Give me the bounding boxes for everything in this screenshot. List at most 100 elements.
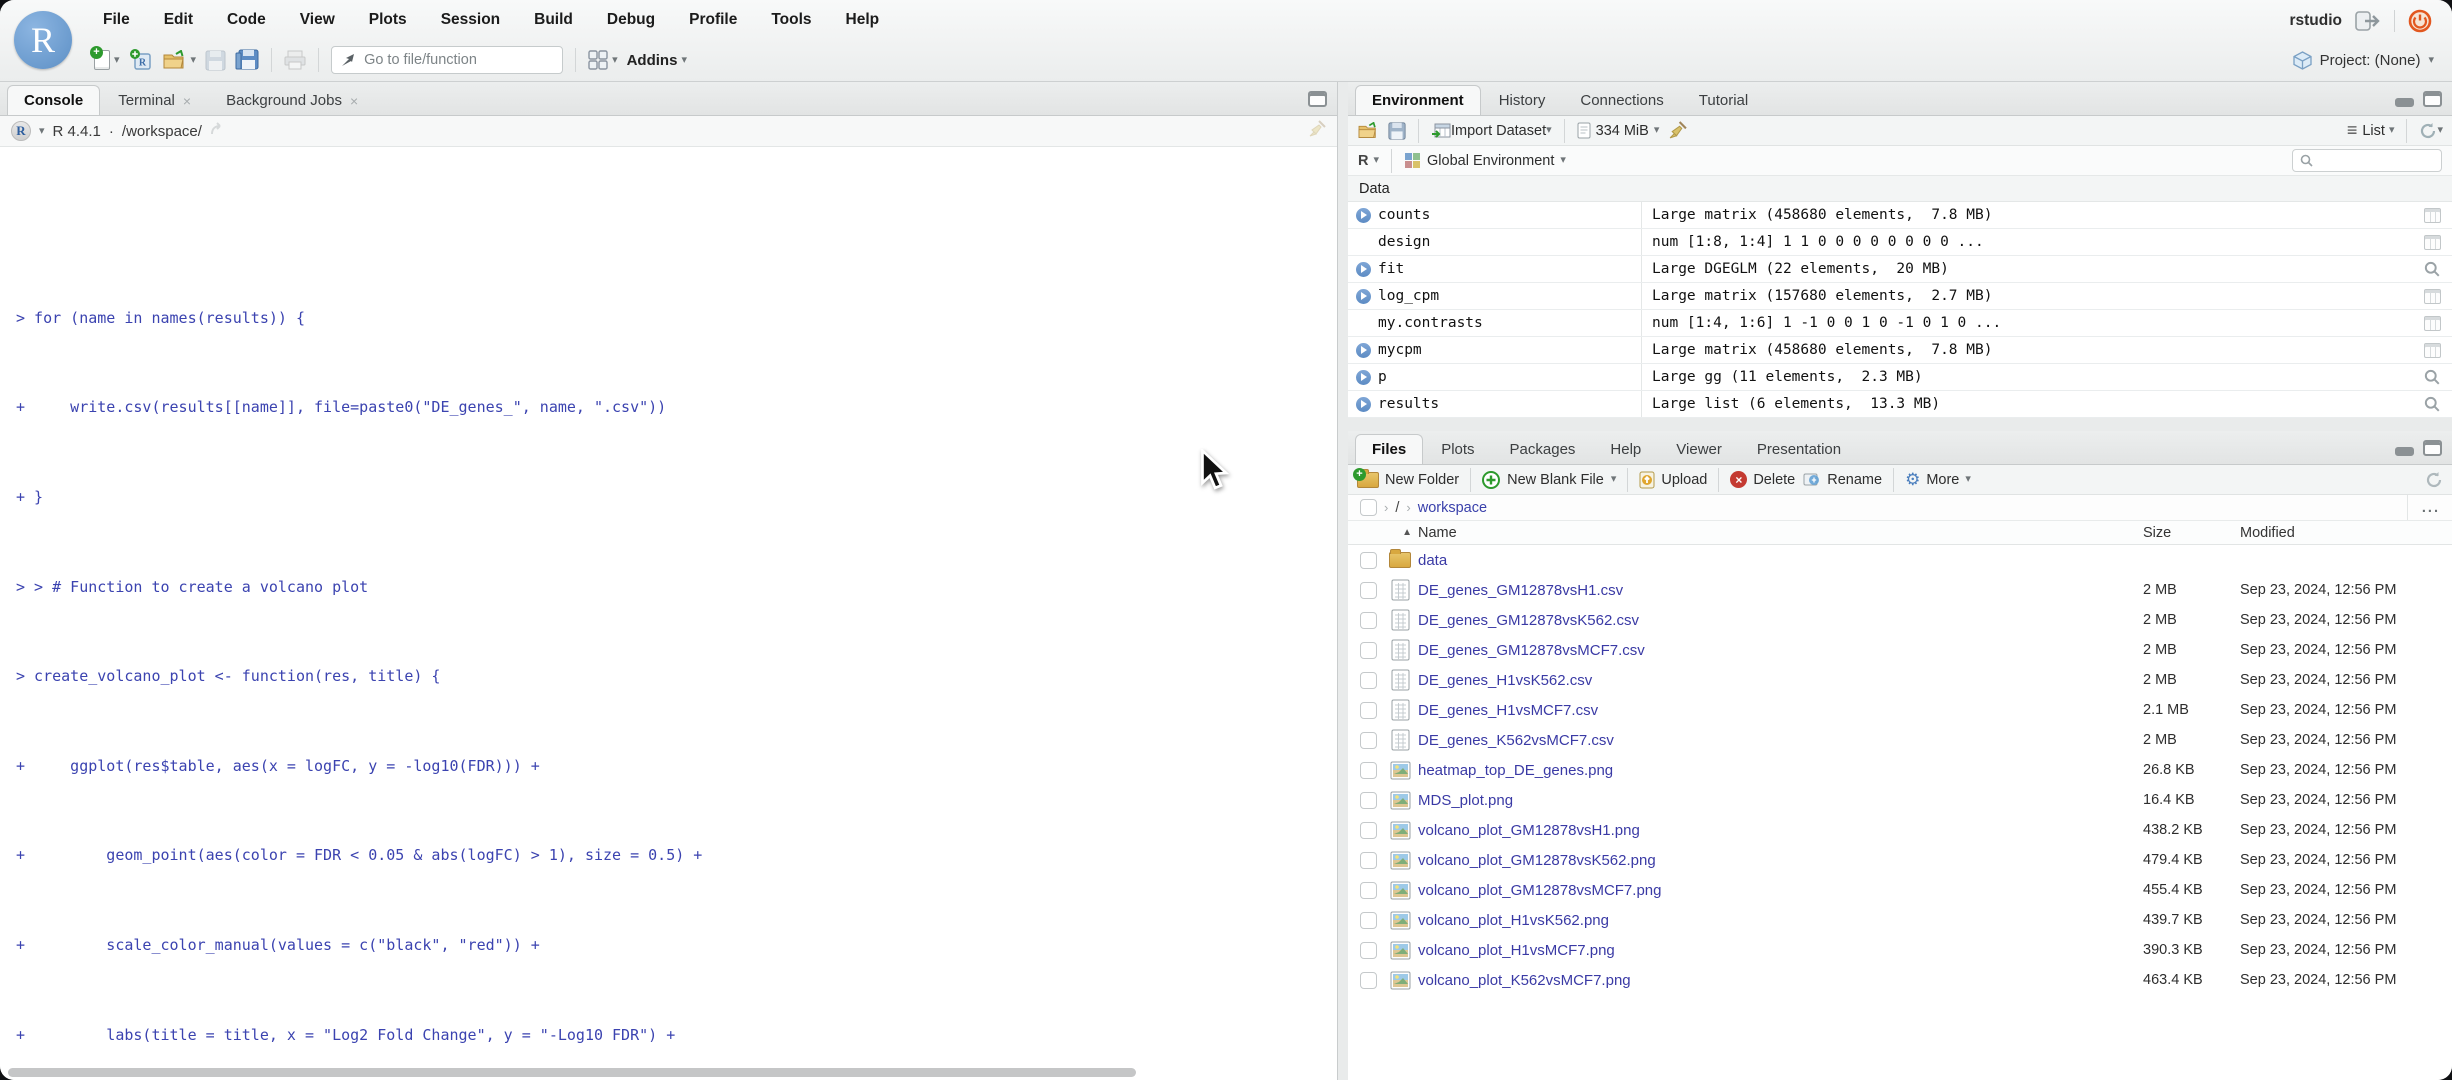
menu-item[interactable]: Profile xyxy=(672,11,754,29)
language-selector[interactable]: R ▾ xyxy=(1358,153,1379,169)
file-row[interactable]: DE_genes_H1vsK562.csv 2 MB Sep 23, 2024,… xyxy=(1348,665,2452,695)
memory-usage-button[interactable]: 334 MiB ▾ xyxy=(1577,122,1659,139)
environment-search-input[interactable] xyxy=(2319,153,2429,168)
column-modified[interactable]: Modified xyxy=(2240,525,2452,541)
maximize-pane-icon[interactable] xyxy=(2423,91,2442,107)
new-folder-button[interactable]: + New Folder xyxy=(1353,467,1459,488)
file-checkbox[interactable] xyxy=(1360,701,1377,719)
close-icon[interactable]: × xyxy=(350,93,358,109)
chevron-down-icon[interactable]: ▾ xyxy=(39,125,45,137)
file-row[interactable]: volcano_plot_K562vsMCF7.png 463.4 KB Sep… xyxy=(1348,965,2452,995)
view-table-icon[interactable] xyxy=(2423,315,2441,331)
delete-button[interactable]: × Delete xyxy=(1730,471,1795,488)
file-row[interactable]: DE_genes_GM12878vsMCF7.csv 2 MB Sep 23, … xyxy=(1348,635,2452,665)
tab-connections[interactable]: Connections xyxy=(1563,85,1680,115)
menu-item[interactable]: Edit xyxy=(147,11,210,29)
tab-files[interactable]: Files xyxy=(1355,434,1424,464)
environment-row[interactable]: fit Large DGEGLM (22 elements, 20 MB) xyxy=(1348,256,2452,283)
sort-ascending-icon[interactable]: ▲ xyxy=(1402,527,1412,538)
close-icon[interactable]: × xyxy=(183,93,191,109)
file-row[interactable]: volcano_plot_GM12878vsMCF7.png 455.4 KB … xyxy=(1348,875,2452,905)
tab-help[interactable]: Help xyxy=(1593,434,1658,464)
file-row[interactable]: DE_genes_K562vsMCF7.csv 2 MB Sep 23, 202… xyxy=(1348,725,2452,755)
breadcrumb-overflow[interactable]: ... xyxy=(2406,495,2440,520)
file-name-link[interactable]: DE_genes_GM12878vsMCF7.csv xyxy=(1418,642,2143,659)
inspect-object-icon[interactable] xyxy=(2424,396,2440,412)
file-name-link[interactable]: volcano_plot_GM12878vsK562.png xyxy=(1418,852,2143,869)
tab-viewer[interactable]: Viewer xyxy=(1659,434,1739,464)
tab-packages[interactable]: Packages xyxy=(1493,434,1593,464)
menu-item[interactable]: View xyxy=(283,11,352,29)
new-project-button[interactable]: R xyxy=(129,48,153,72)
file-checkbox[interactable] xyxy=(1360,551,1377,569)
expand-object-icon[interactable] xyxy=(1355,396,1371,412)
expand-object-icon[interactable] xyxy=(1355,342,1371,358)
file-row[interactable]: volcano_plot_GM12878vsK562.png 479.4 KB … xyxy=(1348,845,2452,875)
environment-row[interactable]: mycpm Large matrix (458680 elements, 7.8… xyxy=(1348,337,2452,364)
breadcrumb-root[interactable]: / xyxy=(1395,500,1399,516)
file-row[interactable]: volcano_plot_H1vsK562.png 439.7 KB Sep 2… xyxy=(1348,905,2452,935)
expand-object-icon[interactable] xyxy=(1355,207,1371,223)
menu-item[interactable]: Tools xyxy=(754,11,828,29)
maximize-pane-icon[interactable] xyxy=(2423,440,2442,456)
file-name-link[interactable]: MDS_plot.png xyxy=(1418,792,2143,809)
clear-environment-button[interactable] xyxy=(1668,121,1688,140)
open-file-button[interactable]: ▾ xyxy=(162,49,196,71)
menu-item[interactable]: Debug xyxy=(590,11,672,29)
list-view-button[interactable]: ≡ List ▾ xyxy=(2347,120,2395,141)
file-checkbox[interactable] xyxy=(1360,671,1377,689)
file-row[interactable]: DE_genes_H1vsMCF7.csv 2.1 MB Sep 23, 202… xyxy=(1348,695,2452,725)
rename-button[interactable]: Rename xyxy=(1803,472,1882,488)
console-horizontal-scrollbar[interactable] xyxy=(8,1068,1136,1077)
tab-background-jobs[interactable]: Background Jobs × xyxy=(209,85,375,115)
environment-scope-selector[interactable]: Global Environment ▾ xyxy=(1404,152,1566,169)
goto-file-function-input[interactable] xyxy=(364,52,535,68)
new-blank-file-button[interactable]: New Blank File ▾ xyxy=(1482,470,1616,489)
view-table-icon[interactable] xyxy=(2423,288,2441,304)
expand-object-icon[interactable] xyxy=(1355,369,1371,385)
column-size[interactable]: Size xyxy=(2143,525,2240,541)
file-checkbox[interactable] xyxy=(1360,971,1377,989)
quit-session-button[interactable] xyxy=(2408,9,2432,33)
expand-object-icon[interactable] xyxy=(1355,261,1371,277)
project-selector[interactable]: Project: (None) ▾ xyxy=(2292,44,2434,76)
file-checkbox[interactable] xyxy=(1360,911,1377,929)
file-checkbox[interactable] xyxy=(1360,761,1377,779)
goto-file-function-box[interactable] xyxy=(331,46,564,74)
upload-button[interactable]: Upload xyxy=(1639,471,1707,489)
file-name-link[interactable]: volcano_plot_GM12878vsMCF7.png xyxy=(1418,882,2143,899)
menu-item[interactable]: Build xyxy=(517,11,590,29)
tab-plots[interactable]: Plots xyxy=(1424,434,1491,464)
environment-row[interactable]: my.contrasts num [1:4, 1:6] 1 -1 0 0 1 0… xyxy=(1348,310,2452,337)
menu-item[interactable]: Code xyxy=(210,11,283,29)
environment-row[interactable]: results Large list (6 elements, 13.3 MB) xyxy=(1348,391,2452,418)
file-name-link[interactable]: volcano_plot_K562vsMCF7.png xyxy=(1418,972,2143,989)
file-name-link[interactable]: heatmap_top_DE_genes.png xyxy=(1418,762,2143,779)
refresh-files-button[interactable] xyxy=(2425,471,2443,489)
tab-presentation[interactable]: Presentation xyxy=(1740,434,1858,464)
refresh-environment-button[interactable]: ▾ xyxy=(2419,122,2443,140)
file-checkbox[interactable] xyxy=(1360,821,1377,839)
tab-history[interactable]: History xyxy=(1482,85,1563,115)
file-checkbox[interactable] xyxy=(1360,881,1377,899)
file-name-link[interactable]: volcano_plot_H1vsMCF7.png xyxy=(1418,942,2143,959)
environment-row[interactable]: p Large gg (11 elements, 2.3 MB) xyxy=(1348,364,2452,391)
import-dataset-button[interactable]: Import Dataset ▾ xyxy=(1431,123,1552,139)
file-checkbox[interactable] xyxy=(1360,731,1377,749)
file-row[interactable]: MDS_plot.png 16.4 KB Sep 23, 2024, 12:56… xyxy=(1348,785,2452,815)
console-output[interactable]: > for (name in names(results)) { + write… xyxy=(0,229,1331,1067)
print-button[interactable] xyxy=(284,50,306,70)
view-table-icon[interactable] xyxy=(2423,342,2441,358)
view-table-icon[interactable] xyxy=(2423,234,2441,250)
file-checkbox[interactable] xyxy=(1360,851,1377,869)
expand-object-icon[interactable] xyxy=(1355,288,1371,304)
minimize-pane-icon[interactable] xyxy=(2395,447,2414,456)
file-name-link[interactable]: DE_genes_K562vsMCF7.csv xyxy=(1418,732,2143,749)
new-file-button[interactable]: + ▾ xyxy=(90,46,120,70)
maximize-pane-icon[interactable] xyxy=(1308,91,1327,107)
menu-item[interactable]: Session xyxy=(424,11,517,29)
minimize-pane-icon[interactable] xyxy=(2395,98,2414,107)
menu-item[interactable]: File xyxy=(86,11,147,29)
tab-environment[interactable]: Environment xyxy=(1355,85,1481,115)
file-row[interactable]: data xyxy=(1348,545,2452,575)
